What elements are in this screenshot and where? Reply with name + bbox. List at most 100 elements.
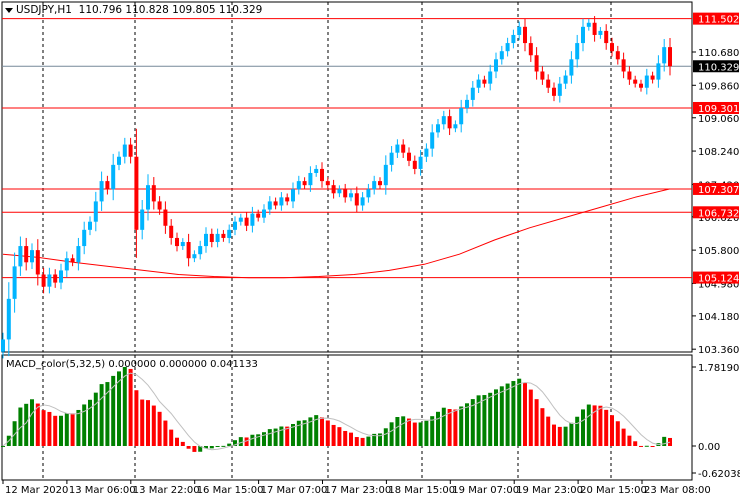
macd-bar xyxy=(53,415,58,446)
macd-bar xyxy=(517,378,522,446)
candle-body xyxy=(70,258,75,263)
candle-body xyxy=(117,156,121,165)
candle-body xyxy=(586,22,591,27)
candle-body xyxy=(627,71,632,80)
macd-bar xyxy=(418,422,423,446)
candle-body xyxy=(436,124,440,133)
macd-bar xyxy=(64,413,69,446)
time-label: 13 Mar 06:00 xyxy=(69,485,136,496)
collapse-triangle-icon[interactable] xyxy=(5,8,13,13)
macd-bar xyxy=(540,408,545,446)
macd-bar xyxy=(76,409,81,446)
macd-bar xyxy=(407,418,411,446)
macd-bar xyxy=(343,430,348,446)
candle-body xyxy=(53,274,58,283)
candle-body xyxy=(540,71,545,80)
candle-body xyxy=(302,181,307,186)
candle-body xyxy=(401,144,406,153)
candle-body xyxy=(128,144,133,157)
candle-body xyxy=(418,156,423,169)
macd-bar xyxy=(569,422,574,446)
candle-body xyxy=(291,189,295,202)
candle-body xyxy=(105,181,110,190)
candle-body xyxy=(192,254,197,259)
candle-body xyxy=(366,189,371,198)
macd-bar xyxy=(186,446,191,449)
macd-bar xyxy=(627,435,632,446)
macd-bar xyxy=(1,446,5,447)
macd-bar xyxy=(157,411,162,446)
candle-body xyxy=(331,185,336,194)
macd-bar xyxy=(488,392,493,446)
macd-bar xyxy=(499,386,504,446)
macd-bar xyxy=(93,392,98,446)
macd-bar xyxy=(238,437,243,446)
candle-body xyxy=(111,164,116,190)
candle-body xyxy=(389,152,394,165)
candle-body xyxy=(221,233,226,238)
macd-axis-label: 1.781901 xyxy=(698,363,740,374)
candle-body xyxy=(204,233,208,247)
macd-bar xyxy=(209,446,214,449)
candle-body xyxy=(424,148,429,157)
candle-body xyxy=(59,270,63,283)
candle-body xyxy=(528,43,533,56)
time-label: 19 Mar 23:00 xyxy=(516,485,583,496)
candle-body xyxy=(650,75,655,80)
macd-bar xyxy=(494,389,498,446)
candle-body xyxy=(325,181,330,186)
price-tick-label: 105.800 xyxy=(698,246,739,257)
macd-bar xyxy=(354,437,359,446)
macd-bar xyxy=(59,415,63,446)
candle-body xyxy=(615,51,620,60)
macd-bar xyxy=(586,404,591,446)
macd-bar xyxy=(453,409,458,446)
candle-body xyxy=(610,43,614,52)
macd-bar xyxy=(575,416,580,446)
macd-bar xyxy=(30,399,34,446)
macd-bar xyxy=(151,405,156,446)
ohlc-values: 110.796 110.828 109.805 110.329 xyxy=(78,4,263,16)
macd-bar xyxy=(644,445,649,447)
macd-bar xyxy=(285,426,290,446)
candle-body xyxy=(279,197,284,206)
candle-body xyxy=(581,26,585,44)
macd-axis-label: -0.620385 xyxy=(698,469,740,480)
macd-bar xyxy=(47,411,52,446)
main-panel-frame xyxy=(1,1,693,353)
candle-body xyxy=(76,246,81,263)
candle-body xyxy=(93,201,98,222)
candle-body xyxy=(633,79,638,84)
macd-bar xyxy=(447,408,452,446)
macd-label: MACD_color(5,32,5) 0.000000 0.000000 0.0… xyxy=(6,359,258,370)
candle-body xyxy=(546,79,551,88)
macd-bar xyxy=(99,384,104,446)
candle-body xyxy=(430,132,435,149)
candle-body xyxy=(354,193,359,206)
macd-bar xyxy=(366,436,371,446)
candle-body xyxy=(343,189,348,198)
price-tick-label: 104.180 xyxy=(698,312,739,323)
macd-bar xyxy=(534,399,539,446)
candle-body xyxy=(465,99,469,109)
candle-body xyxy=(180,242,185,247)
time-label: 16 Mar 15:00 xyxy=(197,485,264,496)
candle-body xyxy=(47,274,52,287)
macd-bar xyxy=(389,422,394,446)
candle-body xyxy=(41,274,46,287)
macd-bar xyxy=(337,427,342,446)
price-chart[interactable]: 110.680109.860109.060108.240107.420106.6… xyxy=(0,0,740,500)
candle-body xyxy=(494,59,498,72)
macd-bar xyxy=(546,416,551,446)
macd-bar xyxy=(482,395,487,446)
macd-bar xyxy=(122,367,127,446)
candle-body xyxy=(621,59,626,72)
candle-body xyxy=(395,144,400,153)
macd-bar xyxy=(523,382,527,446)
candle-body xyxy=(30,250,34,263)
candle-body xyxy=(644,75,649,88)
candle-body xyxy=(459,108,464,125)
macd-bar xyxy=(412,422,417,446)
macd-bar xyxy=(639,445,643,447)
candle-body xyxy=(163,209,168,226)
